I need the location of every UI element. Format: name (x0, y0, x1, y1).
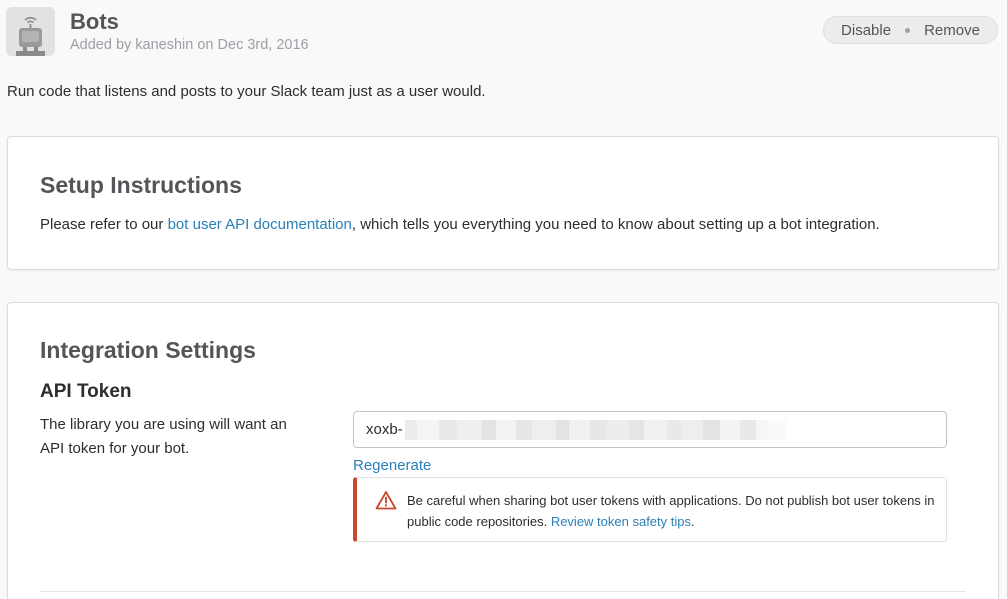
integration-description: Run code that listens and posts to your … (7, 83, 486, 100)
token-redacted (404, 419, 786, 440)
warning-text: Be careful when sharing bot user tokens … (407, 490, 937, 532)
token-prefix: xoxb- (366, 421, 403, 438)
setup-instructions-card: Setup Instructions Please refer to our b… (7, 136, 999, 270)
warning-triangle-icon (375, 490, 397, 510)
setup-text-after: , which tells you everything you need to… (351, 216, 880, 233)
disable-button[interactable]: Disable (839, 22, 893, 39)
api-token-field[interactable]: xoxb- (353, 411, 947, 448)
separator-dot (905, 27, 911, 33)
section-divider (40, 591, 966, 592)
api-token-description: The library you are using will want an A… (40, 416, 287, 457)
page-title: Bots (70, 9, 119, 34)
integration-header: Bots Added by kaneshin on Dec 3rd, 2016 … (0, 0, 1007, 70)
setup-title: Setup Instructions (40, 172, 242, 198)
remove-button[interactable]: Remove (922, 22, 982, 39)
integration-settings-card: Integration Settings API Token The libra… (7, 302, 999, 599)
integration-actions: Disable Remove (823, 16, 998, 44)
settings-title: Integration Settings (40, 337, 256, 363)
token-safety-tips-link[interactable]: Review token safety tips (551, 514, 691, 529)
regenerate-link[interactable]: Regenerate (353, 457, 431, 474)
bot-api-docs-link[interactable]: bot user API documentation (168, 216, 352, 233)
setup-text: Please refer to our bot user API documen… (40, 216, 880, 233)
api-token-title: API Token (40, 381, 132, 402)
warning-period: . (691, 514, 695, 529)
setup-text-before: Please refer to our (40, 216, 168, 233)
token-warning-callout: Be careful when sharing bot user tokens … (353, 477, 947, 542)
added-by-text: Added by kaneshin on Dec 3rd, 2016 (70, 37, 309, 53)
robot-icon (6, 7, 55, 56)
